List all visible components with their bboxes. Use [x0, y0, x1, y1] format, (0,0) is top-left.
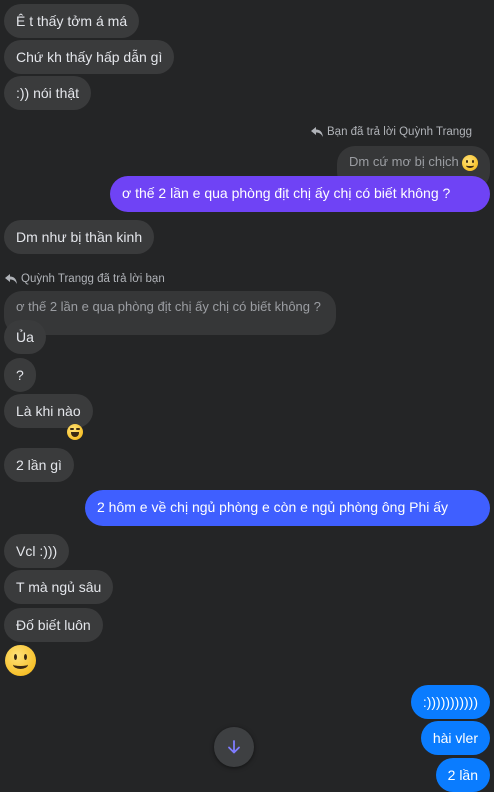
message-text: :))))))))))) — [422, 694, 478, 710]
message-incoming[interactable]: ? — [4, 358, 36, 392]
reply-note-text: Quỳnh Trangg đã trả lời bạn — [21, 273, 165, 285]
scroll-to-bottom-button[interactable] — [214, 727, 254, 767]
arrow-down-icon — [228, 740, 240, 754]
message-text: Đố biết luôn — [16, 617, 91, 633]
reply-arrow-icon — [5, 274, 17, 284]
message-outgoing[interactable]: 2 hôm e về chị ngủ phòng e còn e ngủ phò… — [85, 490, 490, 526]
message-incoming[interactable]: Dm như bị thần kinh — [4, 220, 155, 254]
message-incoming[interactable]: Chứ kh thấy hấp dẫn gì — [4, 40, 175, 74]
message-text: ? — [16, 367, 24, 383]
message-text: 2 lần gì — [16, 457, 62, 473]
message-text: 2 lần — [447, 767, 478, 783]
reply-note: Quỳnh Trangg đã trả lời bạn — [5, 273, 165, 285]
message-text: Vcl :))) — [16, 543, 58, 559]
message-text: ơ thế 2 lần e qua phòng địt chị ấy chị c… — [122, 185, 451, 201]
smiling-face-emoji — [462, 155, 478, 171]
message-text: Dm như bị thần kinh — [16, 229, 143, 245]
message-text: hài vler — [432, 730, 478, 746]
quoted-text: ơ thế 2 lần e qua phòng địt chị ấy chị c… — [16, 299, 321, 314]
message-incoming[interactable]: Là khi nào — [4, 394, 93, 428]
message-incoming[interactable]: Ê t thấy tởm á má — [4, 4, 140, 38]
message-text: Chứ kh thấy hấp dẫn gì — [16, 49, 163, 65]
message-incoming[interactable]: T mà ngủ sâu — [4, 570, 114, 604]
smiling-face-emoji[interactable] — [5, 645, 36, 676]
message-text: Ê t thấy tởm á má — [16, 13, 128, 29]
message-outgoing[interactable]: 2 lần — [435, 758, 490, 792]
message-text: T mà ngủ sâu — [16, 579, 102, 595]
quoted-message[interactable]: ơ thế 2 lần e qua phòng địt chị ấy chị c… — [4, 291, 336, 335]
message-text: Ủa — [16, 329, 34, 345]
message-outgoing[interactable]: ơ thế 2 lần e qua phòng địt chị ấy chị c… — [110, 176, 490, 212]
message-incoming[interactable]: Đố biết luôn — [4, 608, 103, 642]
reply-note-text: Bạn đã trả lời Quỳnh Trangg — [327, 126, 472, 138]
message-text: Là khi nào — [16, 403, 81, 419]
reply-note: Bạn đã trả lời Quỳnh Trangg — [311, 126, 472, 138]
reply-arrow-icon — [311, 127, 323, 137]
quoted-text: Dm cứ mơ bị chịch — [349, 154, 459, 169]
message-incoming[interactable]: :)) nói thật — [4, 76, 92, 110]
message-incoming[interactable]: Vcl :))) — [4, 534, 70, 568]
message-outgoing[interactable]: :))))))))))) — [410, 685, 490, 719]
laughing-face-emoji[interactable] — [67, 424, 83, 440]
message-outgoing[interactable]: hài vler — [420, 721, 490, 755]
message-text: 2 hôm e về chị ngủ phòng e còn e ngủ phò… — [97, 499, 449, 515]
message-incoming[interactable]: 2 lần gì — [4, 448, 74, 482]
message-incoming[interactable]: Ủa — [4, 320, 46, 354]
message-text: :)) nói thật — [16, 85, 80, 101]
